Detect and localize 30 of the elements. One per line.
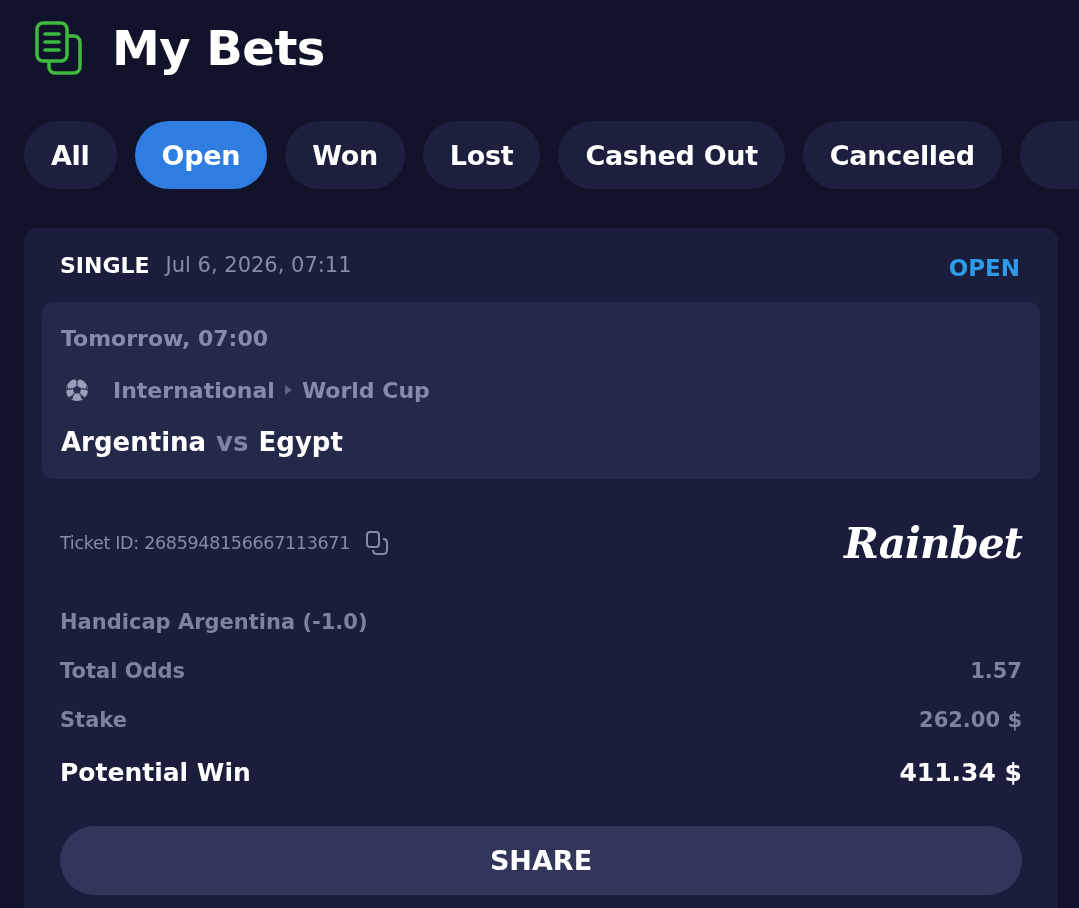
league-link[interactable]: World Cup: [301, 377, 430, 403]
filter-tab[interactable]: All: [24, 121, 117, 189]
copy-icon[interactable]: [366, 531, 388, 555]
filter-tab[interactable]: Open: [134, 121, 268, 189]
brand-logo: Rainbet: [843, 518, 1022, 568]
filter-tab[interactable]: Lost: [422, 121, 541, 189]
bet-type: SINGLE: [60, 252, 150, 278]
bet-status: OPEN: [948, 255, 1020, 281]
page-title: My Bets: [112, 20, 325, 76]
team-name: Egypt: [258, 427, 343, 457]
soccer-ball-icon: [65, 378, 89, 402]
filter-tab[interactable]: Cancelled: [802, 121, 1002, 189]
caret-right-icon: [284, 385, 292, 395]
detail-value: 1.57: [970, 658, 1022, 683]
event-time: Tomorrow, 07:00: [61, 325, 268, 351]
detail-label: Total Odds: [60, 658, 186, 683]
detail-value: 411.34 $: [899, 757, 1022, 787]
ticket-id: Ticket ID: 2685948156667113671: [60, 533, 350, 553]
league-link[interactable]: International: [113, 377, 275, 403]
market-selection: Handicap Argentina (-1.0): [60, 609, 368, 634]
detail-label: Potential Win: [60, 757, 251, 787]
bet-slip-icon: [35, 21, 82, 75]
versus-label: vs: [216, 427, 249, 457]
placed-date: Jul 6, 2026, 07:11: [165, 253, 352, 277]
detail-value: 262.00 $: [919, 707, 1022, 732]
team-name: Argentina: [61, 427, 207, 457]
filter-tab[interactable]: Cashed Out: [558, 121, 785, 189]
filter-tab[interactable]: Won: [285, 121, 405, 189]
share-button[interactable]: SHARE: [60, 826, 1022, 895]
detail-label: Stake: [60, 707, 127, 732]
